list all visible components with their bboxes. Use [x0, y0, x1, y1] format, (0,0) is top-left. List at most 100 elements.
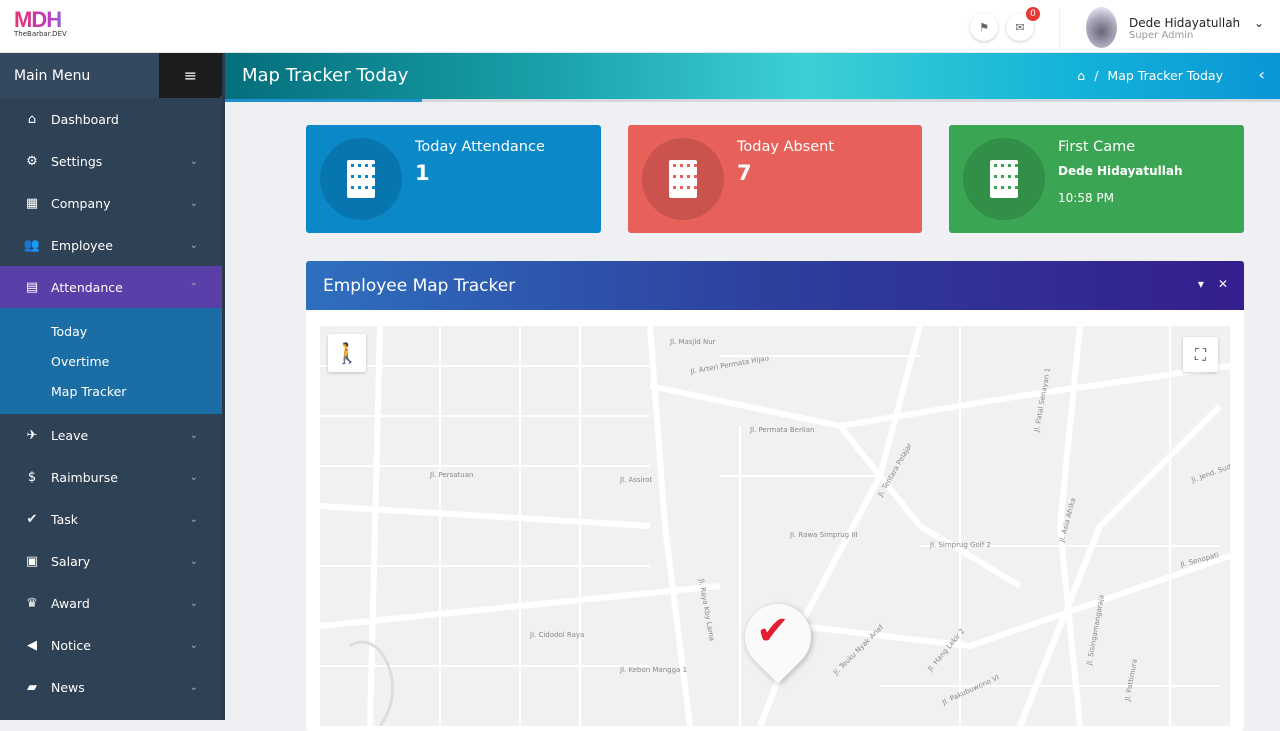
chevron-icon: ⌄: [189, 155, 198, 167]
gears-icon: ⚙: [26, 153, 38, 169]
volume-icon: ◀: [27, 637, 37, 653]
sidebar-item-notice[interactable]: ◀ Notice ⌄: [0, 624, 222, 666]
page-title-bar: Map Tracker Today ⌂ / Map Tracker Today ‹: [225, 53, 1280, 102]
street-label: Jl. Cidodol Raya: [530, 631, 585, 639]
sidebar-item-label: Raimburse: [51, 469, 118, 485]
breadcrumb-separator: /: [1094, 68, 1099, 83]
checkmark-icon: ✔: [756, 608, 790, 654]
chevron-down-icon[interactable]: ⌄: [1254, 16, 1264, 30]
card-value: 1: [415, 161, 430, 185]
money-icon: ▣: [25, 553, 39, 569]
sidebar-item-company[interactable]: ▦ Company ⌄: [0, 182, 222, 224]
sidebar-item-label: Company: [51, 195, 111, 211]
sidebar-item-attendance[interactable]: ▤ Attendance ⌃: [0, 266, 222, 308]
card-label: Today Absent: [737, 139, 835, 155]
logo[interactable]: MDH TheBarbar.DEV: [14, 9, 84, 40]
sidebar-item-label: Employee: [51, 237, 113, 253]
hamburger-icon: ≡: [183, 66, 198, 85]
plane-icon: ✈: [26, 427, 38, 443]
sidebar-item-employee[interactable]: 👥 Employee ⌄: [0, 224, 222, 266]
flag-button[interactable]: ⚑: [970, 13, 998, 41]
user-role: Super Admin: [1129, 30, 1194, 41]
street-label: Jl. Masjid Nur: [670, 338, 716, 346]
chevron-icon: ⌄: [189, 555, 198, 567]
street-view-pegman-icon[interactable]: 🚶: [328, 334, 366, 372]
card-value: 7: [737, 161, 752, 185]
user-name[interactable]: Dede Hidayatullah: [1129, 16, 1240, 30]
collapse-icon[interactable]: ▾: [1198, 277, 1204, 291]
street-label: Jl. Simprug Golf 2: [930, 541, 991, 549]
menu-toggle-button[interactable]: ≡: [159, 53, 222, 98]
street-label: Jl. Persatuan: [430, 471, 474, 479]
fullscreen-icon[interactable]: ⛶: [1183, 337, 1218, 372]
sidebar-item-label: Notice: [51, 637, 91, 653]
sidebar-item-label: Award: [51, 595, 90, 611]
first-came-time: 10:58 PM: [1058, 191, 1114, 205]
sidebar-item-settings[interactable]: ⚙ Settings ⌄: [0, 140, 222, 182]
sidebar-item-label: News: [51, 679, 85, 695]
street-label: Jl. Rawa Simprug III: [790, 531, 858, 539]
today-attendance-card: Today Attendance 1: [306, 125, 601, 233]
sidebar: Main Menu ≡ ⌂ Dashboard ⚙ Settings ⌄ ▦ Company…: [0, 53, 222, 720]
chevron-left-icon[interactable]: ‹: [1258, 65, 1265, 84]
flag-icon: ⚑: [979, 20, 989, 34]
sidebar-item-label: Dashboard: [51, 111, 119, 127]
divider: [1059, 8, 1060, 48]
sidebar-subitem-map-tracker[interactable]: Map Tracker: [0, 376, 222, 406]
top-navbar: MDH TheBarbar.DEV ⚑ ✉ 0 Dede Hidayatullah…: [0, 0, 1280, 53]
chevron-icon: ⌄: [189, 597, 198, 609]
chevron-icon: ⌃: [189, 281, 198, 293]
sidebar-subitem-overtime[interactable]: Overtime: [0, 346, 222, 376]
today-absent-card: Today Absent 7: [628, 125, 922, 233]
first-came-card: First Came Dede Hidayatullah 10:58 PM: [949, 125, 1244, 233]
building-icon: ▦: [25, 195, 39, 211]
sidebar-item-label: Attendance: [51, 279, 123, 295]
book-icon: ▰: [27, 679, 37, 695]
calendar-icon: ▤: [25, 279, 39, 295]
chevron-icon: ⌄: [189, 681, 198, 693]
sidebar-item-award[interactable]: ♛ Award ⌄: [0, 582, 222, 624]
sidebar-scrollbar[interactable]: [222, 53, 225, 720]
chevron-icon: ⌄: [189, 639, 198, 651]
chevron-icon: ⌄: [189, 429, 198, 441]
close-icon[interactable]: ✕: [1218, 277, 1228, 291]
home-icon: ⌂: [27, 111, 37, 127]
sidebar-item-raimburse[interactable]: $ Raimburse ⌄: [0, 456, 222, 498]
map[interactable]: Jl. Arteri Permata Hijau Jl. Permata Berl…: [320, 326, 1230, 726]
sidebar-item-label: Task: [51, 511, 78, 527]
dollar-icon: $: [27, 469, 37, 485]
sidebar-subitem-today[interactable]: Today: [0, 316, 222, 346]
avatar[interactable]: [1086, 7, 1117, 48]
sidebar-item-dashboard[interactable]: ⌂ Dashboard: [0, 98, 222, 140]
sidebar-item-leave[interactable]: ✈ Leave ⌄: [0, 414, 222, 456]
building-icon: [642, 138, 724, 220]
sidebar-item-label: Salary: [51, 553, 91, 569]
page-title: Map Tracker Today: [242, 65, 409, 86]
trophy-icon: ♛: [26, 595, 38, 611]
sidebar-item-task[interactable]: ✔ Task ⌄: [0, 498, 222, 540]
sidebar-item-news[interactable]: ▰ News ⌄: [0, 666, 222, 708]
check-icon: ✔: [26, 511, 38, 527]
street-label: Jl. Assirot: [620, 476, 653, 484]
chevron-icon: ⌄: [189, 197, 198, 209]
users-icon: 👥: [23, 237, 41, 253]
sidebar-item-salary[interactable]: ▣ Salary ⌄: [0, 540, 222, 582]
sidebar-item-label: Settings: [51, 153, 103, 169]
sidebar-header: Main Menu ≡: [0, 53, 222, 98]
card-label: First Came: [1058, 139, 1136, 155]
breadcrumb: ⌂ / Map Tracker Today: [1077, 68, 1223, 83]
street-label: Jl. Kebon Mangga 1: [620, 666, 688, 674]
attendance-submenu: Today Overtime Map Tracker: [0, 308, 222, 414]
divider: [422, 99, 1280, 102]
building-icon: [963, 138, 1045, 220]
chevron-icon: ⌄: [189, 239, 198, 251]
messages-button[interactable]: ✉ 0: [1006, 7, 1040, 41]
chevron-icon: ⌄: [189, 471, 198, 483]
sidebar-title: Main Menu: [14, 67, 91, 84]
title-underline: [225, 99, 422, 102]
breadcrumb-current: Map Tracker Today: [1107, 68, 1223, 83]
sidebar-item-label: Leave: [51, 427, 89, 443]
card-label: Today Attendance: [415, 139, 545, 155]
panel-header: Employee Map Tracker ▾ ✕: [306, 261, 1244, 310]
home-icon[interactable]: ⌂: [1077, 68, 1085, 83]
